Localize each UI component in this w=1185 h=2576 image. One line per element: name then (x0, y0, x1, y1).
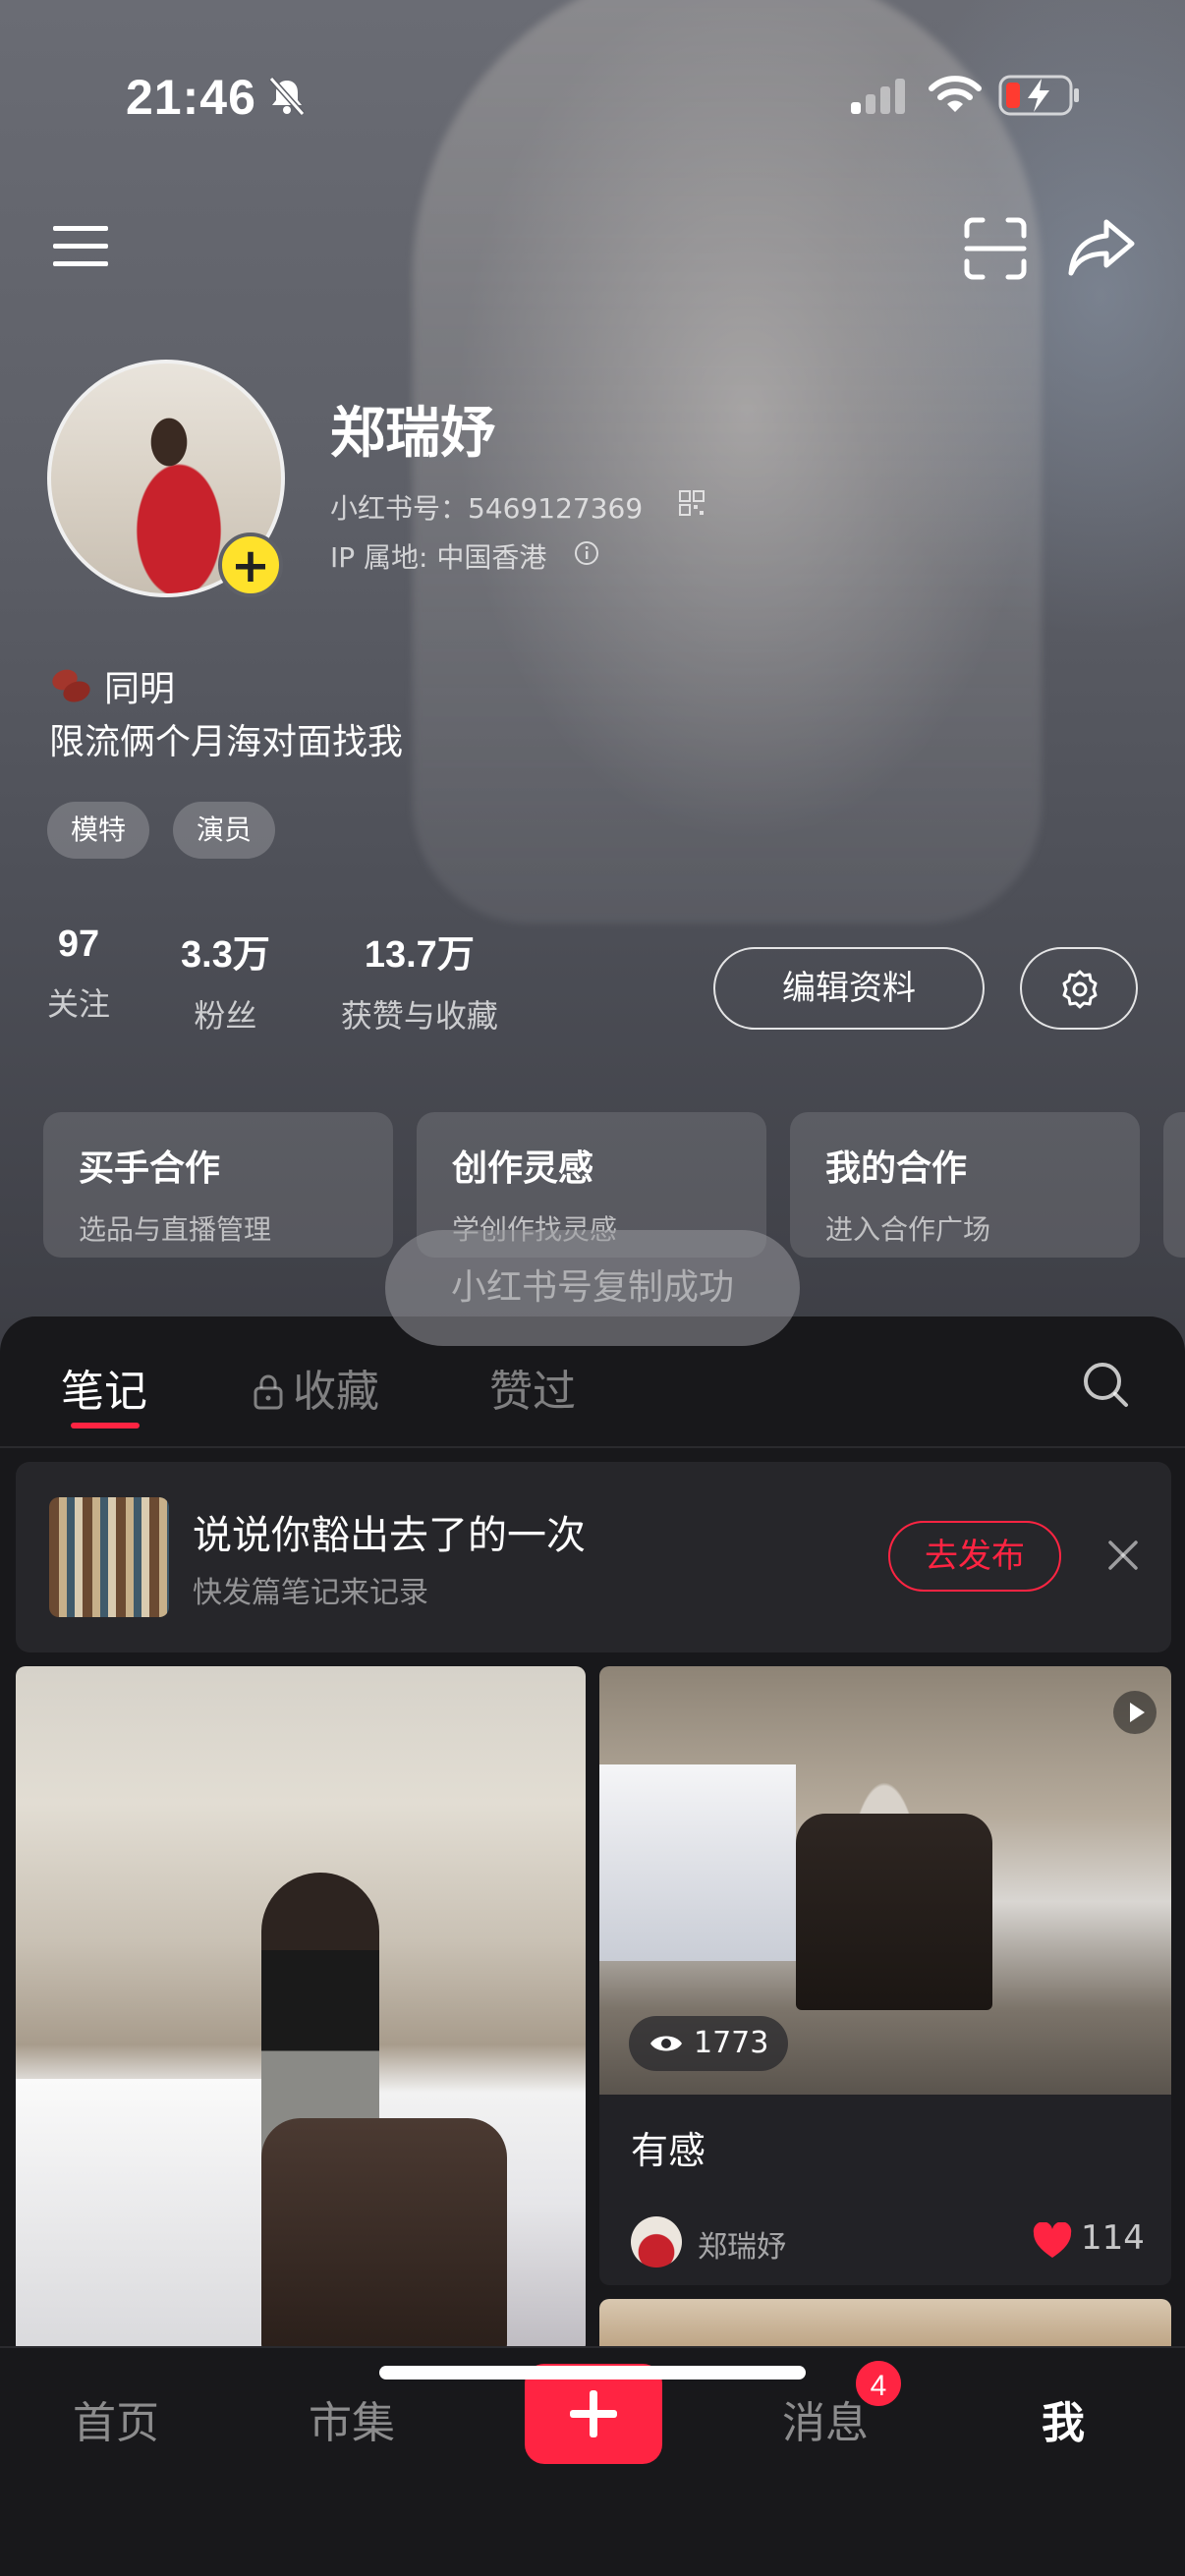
bio: 限流俩个月海对面找我 (49, 722, 404, 762)
profile-header: 21:46 + 郑瑞妤 小红书号：5469127369 IP 属地: 中国香港 … (0, 0, 1185, 1356)
tab-liked[interactable]: 赞过 (489, 1356, 576, 1419)
prompt-thumbnail (49, 1497, 169, 1617)
stat-label: 获赞与收藏 (340, 997, 498, 1035)
settings-button[interactable] (1020, 947, 1138, 1030)
stat-likes-collections[interactable]: 13.7万 获赞与收藏 (341, 924, 498, 1036)
tag[interactable]: 模特 (47, 802, 150, 859)
author-avatar (631, 2216, 682, 2268)
nav-messages[interactable]: 消息 (782, 2387, 869, 2450)
heart-icon[interactable] (1032, 2222, 1073, 2260)
close-icon[interactable] (1104, 1537, 1142, 1574)
card-title: 我的合作 (825, 1148, 968, 1189)
note-title: 有感 (631, 2129, 706, 2172)
card-title: 创作灵感 (452, 1148, 594, 1189)
tags: 模特 演员 (47, 802, 276, 859)
tag[interactable]: 演员 (173, 802, 276, 859)
card-my-cooperation[interactable]: 我的合作 进入合作广场 (790, 1112, 1140, 1258)
red-bean-icon (52, 669, 90, 702)
stats: 97 关注 3.3万 粉丝 13.7万 获赞与收藏 (47, 924, 569, 1036)
likes-count: 114 (1081, 2218, 1145, 2258)
note-card-image[interactable] (16, 1666, 586, 2354)
card-subtitle: 选品与直播管理 (79, 1213, 272, 1246)
bell-muted-icon (268, 77, 306, 116)
tab-collections-label: 收藏 (293, 1367, 379, 1417)
profile-id[interactable]: 小红书号：5469127369 (330, 487, 643, 527)
eye-icon (650, 2036, 682, 2051)
lock-icon (254, 1374, 283, 1410)
ip-location: IP 属地: 中国香港 (330, 541, 547, 574)
menu-icon[interactable] (51, 222, 110, 271)
card-buyer-cooperation[interactable]: 买手合作 选品与直播管理 (43, 1112, 393, 1258)
battery-charging-icon (998, 75, 1079, 116)
prompt-title: 说说你豁出去了的一次 (193, 1513, 586, 1558)
views-count: 1773 (694, 2026, 769, 2060)
card-title: 买手合作 (79, 1148, 221, 1189)
search-icon[interactable] (1081, 1360, 1130, 1409)
card-subtitle: 进入合作广场 (825, 1213, 991, 1246)
signal-icon (851, 79, 905, 114)
video-play-icon (1113, 1691, 1157, 1734)
tab-notes[interactable]: 笔记 (61, 1356, 147, 1419)
note-photo-chair (261, 2118, 507, 2354)
wifi-icon (929, 76, 982, 112)
edit-profile-button[interactable]: 编辑资料 (713, 947, 985, 1030)
qr-code-icon[interactable] (678, 489, 705, 517)
share-icon[interactable] (1067, 216, 1136, 279)
school-name: 同明 (104, 669, 176, 709)
nav-me[interactable]: 我 (1042, 2387, 1085, 2450)
add-avatar-button[interactable]: + (218, 532, 283, 597)
note-author: 郑瑞妤 (698, 2230, 786, 2265)
copy-success-toast: 小红书号复制成功 (385, 1230, 800, 1346)
nav-market[interactable]: 市集 (309, 2387, 395, 2450)
views-badge: 1773 (629, 2016, 789, 2071)
bottom-nav: 首页 市集 消息 4 我 (0, 2346, 1185, 2576)
note-photo-bed (599, 1764, 796, 1961)
card-next-partial[interactable] (1163, 1112, 1185, 1258)
post-prompt-card[interactable]: 说说你豁出去了的一次 快发篇笔记来记录 去发布 (16, 1462, 1171, 1652)
scan-icon[interactable] (963, 216, 1028, 281)
active-tab-indicator (71, 1423, 140, 1428)
school-line: 同明 (49, 660, 175, 711)
gear-icon (1062, 970, 1098, 1009)
stat-number: 13.7万 (364, 934, 475, 976)
note-photo-chair (796, 1814, 992, 2010)
home-indicator (379, 2366, 806, 2380)
stat-following[interactable]: 97 关注 (47, 924, 110, 1036)
note-photo-bed (16, 2079, 261, 2354)
stat-number: 3.3万 (181, 934, 270, 976)
status-bar: 21:46 (0, 0, 1185, 187)
profile-name: 郑瑞妤 (330, 402, 495, 466)
stat-label: 粉丝 (194, 997, 257, 1035)
go-publish-button[interactable]: 去发布 (888, 1521, 1061, 1592)
messages-badge: 4 (853, 2358, 904, 2409)
plus-icon (570, 2390, 617, 2437)
tab-collections[interactable]: 收藏 (252, 1356, 379, 1419)
status-time: 21:46 (126, 70, 256, 125)
stat-number: 97 (57, 924, 100, 965)
prompt-subtitle: 快发篇笔记来记录 (193, 1576, 428, 1610)
nav-home[interactable]: 首页 (73, 2387, 159, 2450)
info-icon[interactable] (574, 540, 599, 566)
stat-label: 关注 (47, 985, 111, 1023)
note-card[interactable]: 1773 有感 郑瑞妤 114 (599, 1666, 1171, 2285)
stat-followers[interactable]: 3.3万 粉丝 (181, 924, 270, 1036)
